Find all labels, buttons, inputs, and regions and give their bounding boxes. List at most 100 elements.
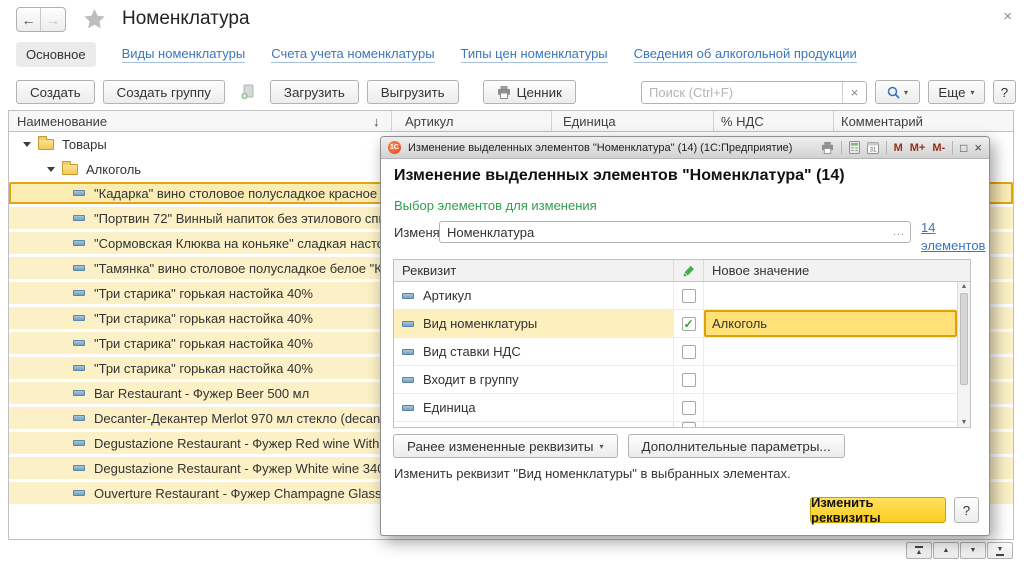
section-title: Выбор элементов для изменения — [394, 198, 597, 213]
scroll-down-button[interactable]: ▼ — [960, 542, 986, 559]
price-tag-label: Ценник — [517, 85, 562, 100]
copy-item-button[interactable] — [233, 80, 262, 104]
attr-value[interactable] — [704, 366, 957, 393]
tab-main[interactable]: Основное — [16, 42, 96, 67]
previous-attrs-button[interactable]: Ранее измененные реквизиты ▾ — [393, 434, 618, 458]
attr-value[interactable] — [704, 338, 957, 365]
1c-logo-icon: 1С — [388, 141, 401, 154]
scrollbar[interactable]: ▲ ▼ — [957, 282, 970, 427]
arrow-up-icon: ▲ — [916, 549, 923, 556]
attr-value[interactable] — [704, 394, 957, 421]
column-comment[interactable]: Комментарий — [841, 114, 923, 129]
attr-row-parent-group[interactable]: Входит в группу — [394, 366, 970, 394]
close-icon[interactable]: × — [1003, 8, 1012, 25]
change-field: ... — [439, 221, 911, 243]
attr-row-nomenclature-kind[interactable]: Вид номенклатуры Алкоголь — [394, 310, 970, 338]
attributes-table: Реквизит Новое значение Артикул Вид номе… — [393, 259, 971, 428]
more-label: Еще — [938, 85, 965, 100]
attr-row-unit[interactable]: Единица — [394, 394, 970, 422]
price-tag-button[interactable]: Ценник — [483, 80, 576, 104]
attribute-icon — [402, 321, 414, 327]
history-nav: ← → — [16, 7, 66, 32]
find-button[interactable]: ▾ — [875, 80, 920, 104]
calculator-icon[interactable] — [849, 141, 860, 154]
nomenclature-item-icon — [73, 465, 85, 471]
column-vat[interactable]: % НДС — [721, 114, 764, 129]
nomenclature-item-icon — [73, 315, 85, 321]
print-icon[interactable] — [821, 142, 834, 154]
ellipsis-button[interactable]: ... — [888, 226, 910, 238]
scrollbar-thumb[interactable] — [960, 293, 968, 385]
m-plus-button[interactable]: M+ — [910, 142, 926, 154]
tab-alcohol-info[interactable]: Сведения об алкогольной продукции — [634, 46, 857, 63]
dialog-hint: Изменить реквизит "Вид номенклатуры" в в… — [394, 466, 791, 481]
tab-nomenclature-kinds[interactable]: Виды номенклатуры — [122, 46, 246, 63]
attributes-table-header: Реквизит Новое значение — [394, 260, 970, 282]
dialog-help-button[interactable]: ? — [954, 497, 979, 523]
unload-button[interactable]: Выгрузить — [367, 80, 459, 104]
attr-checkbox[interactable] — [682, 373, 696, 387]
scroll-to-bottom-button[interactable]: ▼ — [987, 542, 1013, 559]
m-minus-button[interactable]: M- — [932, 142, 945, 154]
printer-icon — [497, 86, 511, 99]
list-header: Наименование ↓ Артикул Единица % НДС Ком… — [9, 111, 1013, 132]
column-divider — [551, 111, 552, 131]
nomenclature-item-icon — [73, 290, 85, 296]
attr-row-article[interactable]: Артикул — [394, 282, 970, 310]
nomenclature-item-icon — [73, 190, 85, 196]
tab-accounting-accounts[interactable]: Счета учета номенклатуры — [271, 46, 434, 63]
dialog-titlebar[interactable]: 1С Изменение выделенных элементов "Номен… — [381, 137, 989, 159]
more-button[interactable]: Еще ▾ — [928, 80, 985, 104]
elements-count-link[interactable]: 14 элементов — [921, 219, 987, 254]
create-button[interactable]: Создать — [16, 80, 95, 104]
forward-button[interactable]: → — [41, 8, 65, 31]
create-group-button[interactable]: Создать группу — [103, 80, 225, 104]
arrow-down-icon[interactable]: ▼ — [958, 419, 970, 426]
expand-triangle-icon[interactable] — [47, 167, 55, 172]
attr-checkbox[interactable] — [682, 345, 696, 359]
scroll-to-top-button[interactable]: ▲ — [906, 542, 932, 559]
column-attribute: Реквизит — [394, 260, 674, 281]
calendar-icon[interactable]: 31 — [867, 141, 879, 154]
help-button[interactable]: ? — [993, 80, 1016, 104]
close-icon[interactable]: × — [974, 140, 982, 155]
arrow-up-icon[interactable]: ▲ — [958, 283, 970, 290]
arrow-down-icon: ▼ — [997, 546, 1004, 553]
chevron-down-icon: ▾ — [971, 88, 975, 97]
scroll-up-button[interactable]: ▲ — [933, 542, 959, 559]
column-divider — [391, 111, 392, 131]
expand-triangle-icon[interactable] — [23, 142, 31, 147]
column-divider — [833, 111, 834, 131]
m-button[interactable]: M — [894, 142, 903, 154]
column-new-value: Новое значение — [704, 260, 957, 281]
attr-checkbox[interactable] — [682, 317, 696, 331]
clear-search-icon[interactable]: × — [842, 82, 866, 103]
attr-row-partial[interactable] — [394, 422, 970, 428]
favorite-star-icon[interactable] — [84, 9, 105, 29]
load-button[interactable]: Загрузить — [270, 80, 359, 104]
back-button[interactable]: ← — [17, 8, 41, 31]
chevron-down-icon: ▾ — [904, 88, 908, 97]
sort-desc-icon[interactable]: ↓ — [373, 114, 380, 129]
attribute-icon — [402, 405, 414, 411]
column-name[interactable]: Наименование — [17, 114, 107, 129]
change-input[interactable] — [440, 225, 888, 240]
column-unit[interactable]: Единица — [563, 114, 616, 129]
apply-changes-button[interactable]: Изменить реквизиты — [810, 497, 946, 523]
attr-checkbox[interactable] — [682, 422, 696, 428]
dialog-secondary-buttons: Ранее измененные реквизиты ▾ Дополнитель… — [393, 434, 845, 458]
app-window: ← → Номенклатура × Основное Виды номенкл… — [0, 0, 1024, 563]
tab-price-types[interactable]: Типы цен номенклатуры — [461, 46, 608, 63]
attribute-icon — [402, 377, 414, 383]
nomenclature-item-icon — [73, 215, 85, 221]
attr-row-vat-kind[interactable]: Вид ставки НДС — [394, 338, 970, 366]
attr-checkbox[interactable] — [682, 289, 696, 303]
maximize-icon[interactable]: □ — [960, 141, 967, 155]
attr-checkbox[interactable] — [682, 401, 696, 415]
additional-params-button[interactable]: Дополнительные параметры... — [628, 434, 845, 458]
search-input[interactable] — [642, 82, 842, 103]
attr-value[interactable]: Алкоголь — [704, 310, 957, 337]
attr-value[interactable] — [704, 282, 957, 309]
nav-tabs: Основное Виды номенклатуры Счета учета н… — [16, 42, 857, 67]
column-article[interactable]: Артикул — [405, 114, 453, 129]
